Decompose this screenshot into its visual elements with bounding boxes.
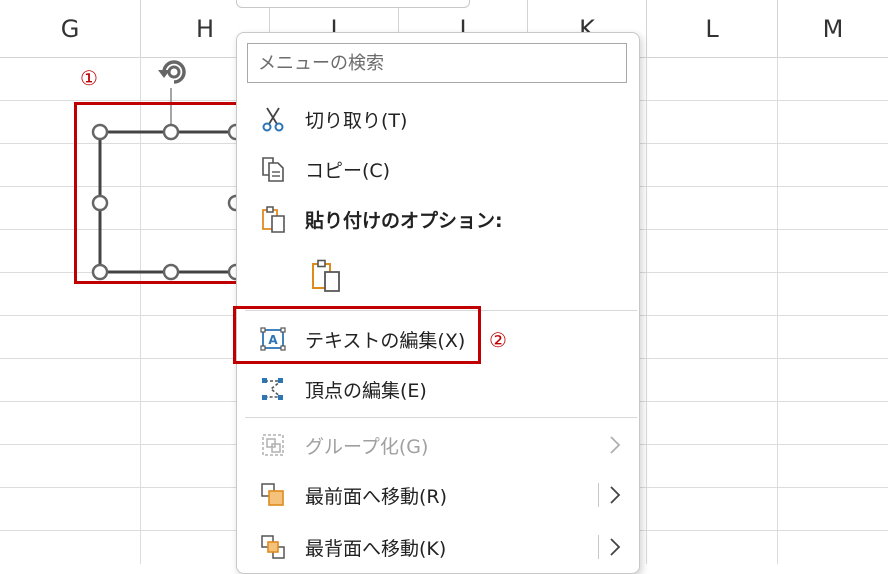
paste-keep-source-icon[interactable] [309, 259, 343, 293]
edit-points-icon [262, 378, 284, 400]
menu-item-label: コピー(C) [305, 159, 391, 182]
group-icon [262, 434, 284, 456]
menu-item-paste-options: 貼り付けのオプション: [237, 197, 639, 241]
menu-item-label: 切り取り(T) [305, 109, 408, 132]
highlight-box-edit-text [233, 306, 481, 364]
column-header-m[interactable]: M [778, 0, 888, 57]
copy-icon [262, 157, 284, 182]
submenu-divider [598, 535, 599, 559]
annotation-marker-2: ② [489, 328, 507, 352]
menu-item-cut[interactable]: 切り取り(T) [237, 97, 639, 141]
highlight-box-shape [74, 102, 255, 284]
column-header-l[interactable]: L [647, 0, 778, 57]
menu-item-label: グループ化(G) [305, 435, 429, 458]
menu-item-send-to-back[interactable]: 最背面へ移動(K) [237, 525, 639, 569]
bring-to-front-icon [261, 483, 284, 506]
menu-item-label: 頂点の編集(E) [305, 379, 427, 402]
scissors-icon [262, 107, 284, 132]
menu-item-label: 最前面へ移動(R) [305, 485, 448, 508]
annotation-marker-1: ① [80, 66, 98, 90]
context-menu: 切り取り(T) コピー(C) 貼り付けのオプション: [236, 32, 640, 574]
rotate-handle-icon[interactable] [158, 60, 186, 84]
menu-item-copy[interactable]: コピー(C) [237, 147, 639, 191]
chevron-right-icon[interactable] [607, 535, 623, 559]
chevron-right-icon[interactable] [607, 483, 623, 507]
paste-options-icon [262, 206, 285, 233]
column-header-g[interactable]: G [0, 0, 141, 57]
submenu-divider [598, 483, 599, 507]
popup-edge [236, 0, 470, 8]
menu-separator [245, 417, 637, 418]
menu-item-group: グループ化(G) [237, 423, 639, 467]
menu-item-bring-to-front[interactable]: 最前面へ移動(R) [237, 473, 639, 517]
menu-item-label: 最背面へ移動(K) [305, 537, 447, 560]
menu-search-input[interactable] [247, 43, 627, 83]
menu-item-label: 貼り付けのオプション: [305, 209, 503, 232]
menu-item-edit-points[interactable]: 頂点の編集(E) [237, 367, 639, 411]
chevron-right-icon [610, 436, 621, 454]
send-to-back-icon [261, 535, 285, 559]
